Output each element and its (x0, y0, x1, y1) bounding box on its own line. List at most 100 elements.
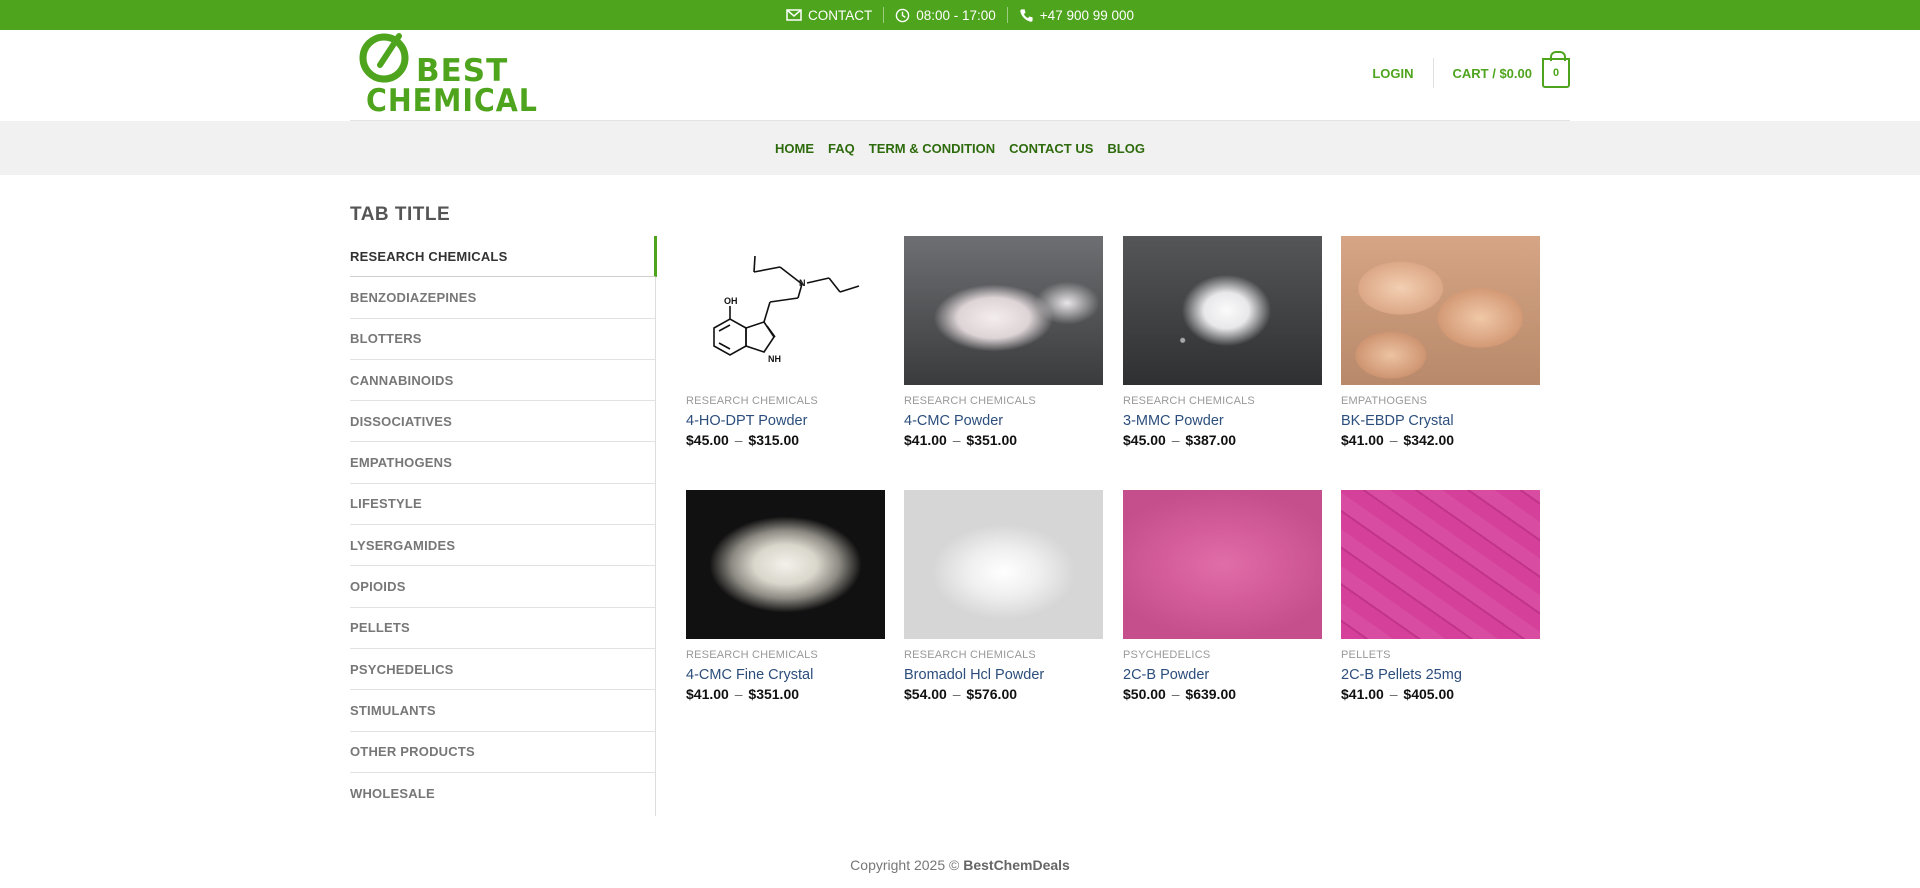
product-image[interactable] (1341, 490, 1540, 639)
category-tab-pellets[interactable]: PELLETS (350, 608, 655, 649)
nav-faq[interactable]: FAQ (821, 141, 862, 156)
clock-icon (895, 8, 910, 23)
product-price: $41.00 – $351.00 (904, 432, 1018, 448)
product-category[interactable]: RESEARCH CHEMICALS (904, 649, 1103, 661)
price-max: $351.00 (966, 432, 1018, 448)
price-min: $41.00 (1341, 432, 1384, 448)
product-price: $45.00 – $315.00 (686, 432, 800, 448)
opening-hours: 08:00 - 17:00 (884, 8, 1007, 23)
product-image[interactable] (904, 490, 1103, 639)
price-min: $45.00 (686, 432, 729, 448)
price-max: $351.00 (748, 686, 800, 702)
logo[interactable]: BEST CHEMICAL (356, 32, 537, 117)
product-category[interactable]: PELLETS (1341, 649, 1540, 661)
product-price: $41.00 – $342.00 (1341, 432, 1455, 448)
price-max: $639.00 (1185, 686, 1237, 702)
cart-link[interactable]: CART / $0.00 (1453, 66, 1532, 81)
product-title[interactable]: 2C-B Powder (1123, 667, 1322, 683)
product-title[interactable]: 2C-B Pellets 25mg (1341, 667, 1540, 683)
product-price: $54.00 – $576.00 (904, 686, 1018, 702)
contact-label: CONTACT (807, 7, 873, 23)
price-max: $315.00 (748, 432, 800, 448)
price-min: $54.00 (904, 686, 947, 702)
contact-link[interactable]: CONTACT (775, 8, 883, 23)
product-category[interactable]: RESEARCH CHEMICALS (686, 395, 885, 407)
category-tab-lysergamides[interactable]: LYSERGAMIDES (350, 525, 655, 567)
product-image[interactable] (686, 490, 885, 639)
nav-contact-us[interactable]: CONTACT US (1002, 141, 1100, 156)
product-image[interactable] (904, 236, 1103, 385)
category-tab-opioids[interactable]: OPIOIDS (350, 566, 655, 608)
category-tab-lifestyle[interactable]: LIFESTYLE (350, 484, 655, 526)
product-category[interactable]: RESEARCH CHEMICALS (904, 395, 1103, 407)
nav-blog[interactable]: BLOG (1100, 141, 1152, 156)
price-max: $387.00 (1185, 432, 1237, 448)
molecule-label-oh: OH (724, 296, 738, 306)
category-tab-research-chemicals[interactable]: RESEARCH CHEMICALS (350, 236, 657, 278)
category-tab-other-products[interactable]: OTHER PRODUCTS (350, 732, 655, 773)
footer-copyright: Copyright 2025 © BestChemDeals (0, 857, 1920, 873)
sidebar-title: TAB TITLE (350, 204, 451, 225)
footer-brand: BestChemDeals (963, 857, 1070, 873)
product-title[interactable]: 4-CMC Powder (904, 413, 1103, 429)
copyright-text: Copyright 2025 © (850, 857, 960, 873)
header-actions: LOGIN CART / $0.00 0 (1372, 51, 1570, 89)
product-image[interactable] (1341, 236, 1540, 385)
product-title[interactable]: Bromadol Hcl Powder (904, 667, 1103, 683)
product-title[interactable]: 3-MMC Powder (1123, 413, 1322, 429)
product-card: RESEARCH CHEMICALS 3-MMC Powder $45.00 –… (1123, 236, 1322, 448)
category-tab-cannabinoids[interactable]: CANNABINOIDS (350, 360, 655, 402)
product-image[interactable]: OH N NH (686, 236, 885, 385)
price-min: $41.00 (686, 686, 729, 702)
product-card: RESEARCH CHEMICALS Bromadol Hcl Powder $… (904, 490, 1103, 702)
price-max: $576.00 (966, 686, 1018, 702)
category-tab-psychedelics[interactable]: PSYCHEDELICS (350, 649, 655, 691)
login-link[interactable]: LOGIN (1372, 66, 1432, 81)
price-min: $45.00 (1123, 432, 1166, 448)
price-max: $405.00 (1403, 686, 1455, 702)
category-tab-stimulants[interactable]: STIMULANTS (350, 690, 655, 732)
product-category[interactable]: EMPATHOGENS (1341, 395, 1540, 407)
price-max: $342.00 (1403, 432, 1455, 448)
cart-count: 0 (1552, 67, 1560, 79)
molecule-label-nh: NH (768, 354, 781, 364)
product-title[interactable]: 4-CMC Fine Crystal (686, 667, 885, 683)
category-sidebar: RESEARCH CHEMICALS BENZODIAZEPINES BLOTT… (350, 236, 657, 816)
nav-home[interactable]: HOME (768, 141, 821, 156)
cart-bag-icon[interactable]: 0 (1542, 51, 1570, 88)
product-image[interactable] (1123, 236, 1322, 385)
product-price: $50.00 – $639.00 (1123, 686, 1237, 702)
product-title[interactable]: 4-HO-DPT Powder (686, 413, 885, 429)
nav-terms[interactable]: TERM & CONDITION (862, 141, 1002, 156)
phone-label: +47 900 99 000 (1039, 7, 1135, 23)
molecule-structure-image: OH N NH (713, 255, 860, 364)
top-bar: CONTACT 08:00 - 17:00 +47 900 99 000 (0, 0, 1920, 30)
phone-icon (1019, 8, 1034, 23)
logo-text: BEST CHEMICAL (366, 53, 538, 119)
price-min: $50.00 (1123, 686, 1166, 702)
category-tab-benzodiazepines[interactable]: BENZODIAZEPINES (350, 277, 655, 319)
hours-label: 08:00 - 17:00 (916, 7, 996, 23)
price-min: $41.00 (1341, 686, 1384, 702)
molecule-label-n: N (799, 278, 806, 288)
envelope-icon (786, 9, 802, 21)
product-card: EMPATHOGENS BK-EBDP Crystal $41.00 – $34… (1341, 236, 1540, 448)
product-title[interactable]: BK-EBDP Crystal (1341, 413, 1540, 429)
category-tab-dissociatives[interactable]: DISSOCIATIVES (350, 401, 655, 443)
phone-link[interactable]: +47 900 99 000 (1008, 8, 1145, 23)
product-price: $41.00 – $351.00 (686, 686, 800, 702)
product-category[interactable]: RESEARCH CHEMICALS (1123, 395, 1322, 407)
category-tab-empathogens[interactable]: EMPATHOGENS (350, 442, 655, 484)
product-category[interactable]: RESEARCH CHEMICALS (686, 649, 885, 661)
product-card: PSYCHEDELICS 2C-B Powder $50.00 – $639.0… (1123, 490, 1322, 702)
header-divider (1432, 58, 1434, 88)
main-nav: HOME FAQ TERM & CONDITION CONTACT US BLO… (0, 121, 1920, 175)
category-tab-wholesale[interactable]: WHOLESALE (350, 773, 655, 814)
category-tab-blotters[interactable]: BLOTTERS (350, 319, 655, 360)
product-card: OH N NH RESEARCH CHEMICALS 4-HO-DPT Powd… (686, 236, 885, 448)
site-header: BEST CHEMICAL LOGIN CART / $0.00 0 (350, 30, 1570, 121)
product-category[interactable]: PSYCHEDELICS (1123, 649, 1322, 661)
product-image[interactable] (1123, 490, 1322, 639)
product-card: RESEARCH CHEMICALS 4-CMC Fine Crystal $4… (686, 490, 885, 702)
product-card: PELLETS 2C-B Pellets 25mg $41.00 – $405.… (1341, 490, 1540, 702)
